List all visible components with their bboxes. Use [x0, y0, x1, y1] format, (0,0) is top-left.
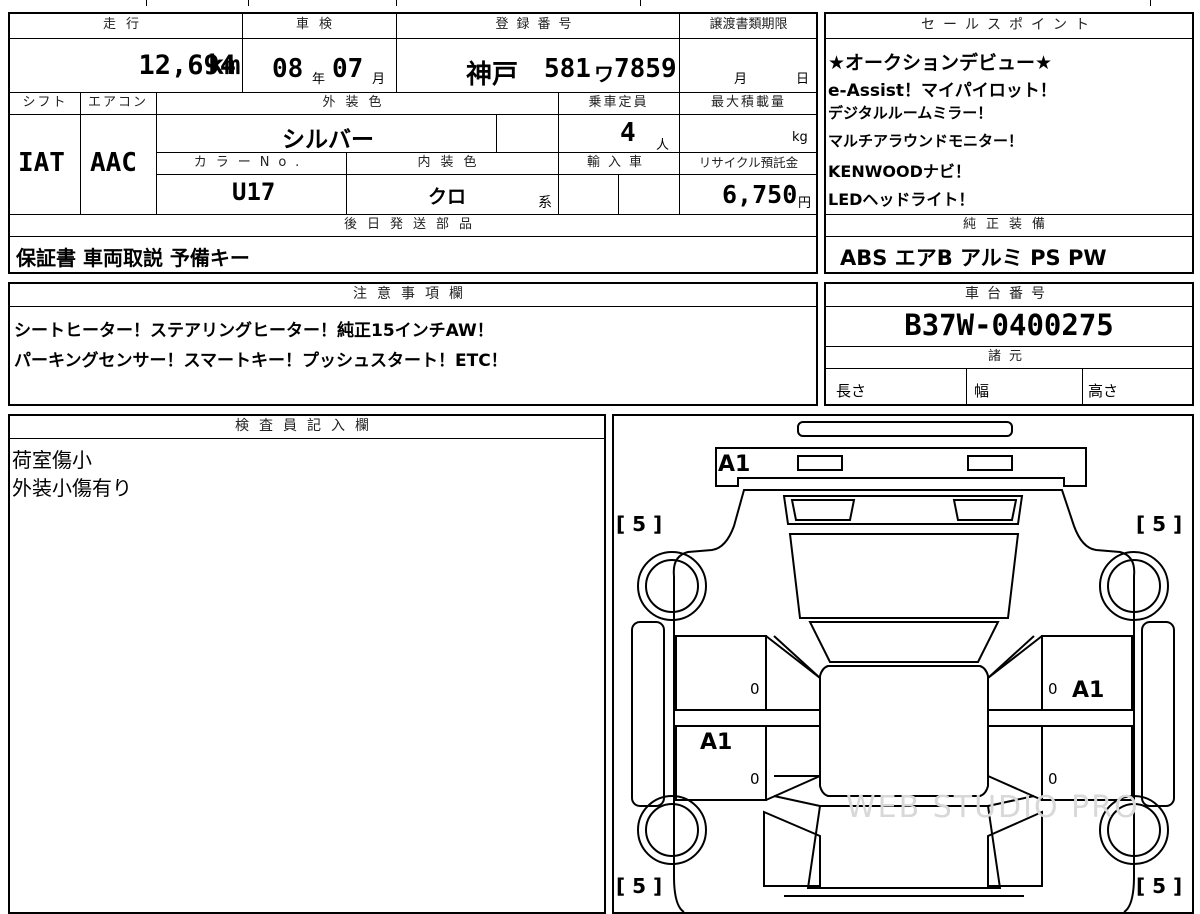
watermark: WEB STUDIO PRO — [846, 790, 1140, 825]
rear-light-left — [797, 455, 843, 471]
fender-left — [763, 810, 821, 887]
exterior-color-value: シルバー — [282, 127, 374, 153]
import-header: 輸入車 — [586, 155, 650, 170]
sales-point-1: ★オークションデビュー★ — [828, 52, 1053, 74]
aircon-value: AAC — [90, 148, 137, 178]
rear-hatch-shape — [715, 447, 1087, 487]
sales-point-3: デジタルルームミラー！ — [828, 104, 993, 122]
mark-left-front-door: A1 — [700, 730, 733, 755]
inspector-box: 検査員記入欄 荷室傷小 外装小傷有り — [8, 414, 606, 914]
inspection-year: 08 — [272, 54, 304, 84]
sales-points-box: セールスポイント ★オークションデビュー★ e-Assist！マイパイロット！ … — [824, 12, 1194, 274]
color-no-value: U17 — [232, 178, 276, 206]
door-right-front — [1041, 725, 1133, 801]
inspector-line-2: 外装小傷有り — [12, 476, 132, 500]
vehicle-diagram — [631, 421, 1175, 912]
chassis-number: B37W-0400275 — [904, 308, 1114, 342]
rear-glass-right — [952, 499, 1018, 521]
recycle-value: 6,750 — [722, 180, 798, 209]
mileage-unit: km — [208, 50, 241, 81]
notes-box: 注意事項欄 シートヒーター！ステアリングヒーター！純正15インチAW！ パーキン… — [8, 282, 818, 406]
sales-point-5: KENWOODナビ！ — [828, 162, 971, 181]
genuine-equipment-header: 純正装備 — [962, 217, 1055, 232]
registration-number: 7859 — [614, 54, 677, 84]
inspection-month: 07 — [332, 54, 364, 84]
inspector-header: 検査員記入欄 — [10, 416, 604, 439]
roof-inner — [808, 621, 1000, 663]
genuine-equipment-value: ABS エアB アルミ PS PW — [840, 246, 1107, 270]
door-zero-r1: 0 — [1048, 680, 1058, 698]
sales-point-4: マルチアラウンドモニター！ — [828, 132, 1024, 150]
body-outline — [672, 489, 1136, 912]
max-load-unit: kg — [792, 130, 808, 145]
door-left-rear — [675, 635, 767, 711]
interior-color-suffix: 系 — [538, 195, 552, 211]
mark-right-rear-door: A1 — [1072, 678, 1105, 703]
spec-length-label: 長さ — [836, 382, 867, 400]
rear-bumper-shape — [797, 421, 1013, 437]
tire-label-rr: [ 5 ] — [1136, 874, 1183, 898]
transfer-day-label: 日 — [796, 72, 810, 87]
recycle-unit: 円 — [798, 196, 812, 211]
registration-kana: ワ — [594, 62, 614, 86]
chassis-header: 車台番号 — [826, 284, 1192, 307]
tire-label-fr: [ 5 ] — [1136, 512, 1183, 536]
door-zero-l2: 0 — [750, 770, 760, 788]
mileage-header: 走行 — [102, 17, 149, 32]
spec-width-label: 幅 — [974, 382, 990, 400]
inspection-header: 車検 — [295, 17, 342, 32]
door-right-accent — [987, 635, 1043, 801]
spec-height-label: 高さ — [1088, 382, 1119, 400]
max-load-header: 最大積載量 — [710, 95, 786, 110]
recycle-fee-header: リサイクル預託金 — [698, 155, 799, 170]
sales-point-2: e-Assist！マイパイロット！ — [828, 81, 1057, 101]
chassis-specs-box: 車台番号 B37W-0400275 諸元 長さ 幅 高さ — [824, 282, 1194, 406]
capacity-value: 4 — [620, 118, 636, 148]
shift-value: IAT — [18, 148, 65, 178]
later-parts-header: 後日発送部品 — [343, 217, 482, 232]
notes-line-2: パーキングセンサー！スマートキー！プッシュスタート！ETC！ — [14, 351, 508, 371]
later-parts-value: 保証書 車両取説 予備キー — [16, 246, 250, 270]
mark-rear: A1 — [718, 452, 751, 477]
inspector-line-1: 荷室傷小 — [12, 448, 92, 472]
door-zero-r2: 0 — [1048, 770, 1058, 788]
transfer-deadline-header: 譲渡書類期限 — [709, 17, 788, 32]
interior-color-header: 内装色 — [417, 155, 487, 170]
cabin-shape — [819, 665, 989, 797]
shift-header: シフト — [22, 95, 68, 110]
rear-glass-left — [790, 499, 856, 521]
side-skirt-left — [631, 621, 665, 807]
vehicle-diagram-box: A1 A1 A1 [ 5 ] [ 5 ] [ 5 ] [ 5 ] 0 0 0 0… — [612, 414, 1194, 914]
year-label: 年 — [312, 72, 326, 87]
aircon-header: エアコン — [87, 95, 148, 110]
registration-area: 神戸 — [466, 60, 519, 90]
top-cutoff-strip — [0, 0, 1200, 8]
interior-color-value: クロ — [428, 186, 467, 208]
sales-point-6: LEDヘッドライト！ — [828, 190, 975, 209]
rear-light-right — [967, 455, 1013, 471]
capacity-header: 乗車定員 — [588, 95, 649, 110]
specs-header: 諸元 — [987, 349, 1030, 364]
sales-points-header: セールスポイント — [826, 14, 1192, 39]
notes-header: 注意事項欄 — [10, 284, 816, 307]
exterior-color-header: 外装色 — [322, 95, 392, 110]
tire-label-fl: [ 5 ] — [616, 512, 663, 536]
color-no-header: カラーNo. — [193, 155, 309, 170]
door-zero-l1: 0 — [750, 680, 760, 698]
tire-label-rl: [ 5 ] — [616, 874, 663, 898]
month-label: 月 — [372, 72, 386, 87]
registration-header: 登録番号 — [495, 17, 580, 32]
wheel-left-front — [637, 795, 707, 865]
registration-class: 581 — [544, 54, 591, 84]
side-skirt-right — [1141, 621, 1175, 807]
notes-line-1: シートヒーター！ステアリングヒーター！純正15インチAW！ — [14, 321, 494, 341]
vehicle-info-table: 走行 車検 登録番号 譲渡書類期限 12,694 km 08 年 07 月 神戸… — [8, 12, 818, 274]
hood-line-left — [773, 795, 821, 807]
transfer-month-label: 月 — [734, 72, 748, 87]
capacity-unit: 人 — [656, 138, 670, 153]
roof-shape — [788, 533, 1020, 619]
wheel-left-rear — [637, 551, 707, 621]
